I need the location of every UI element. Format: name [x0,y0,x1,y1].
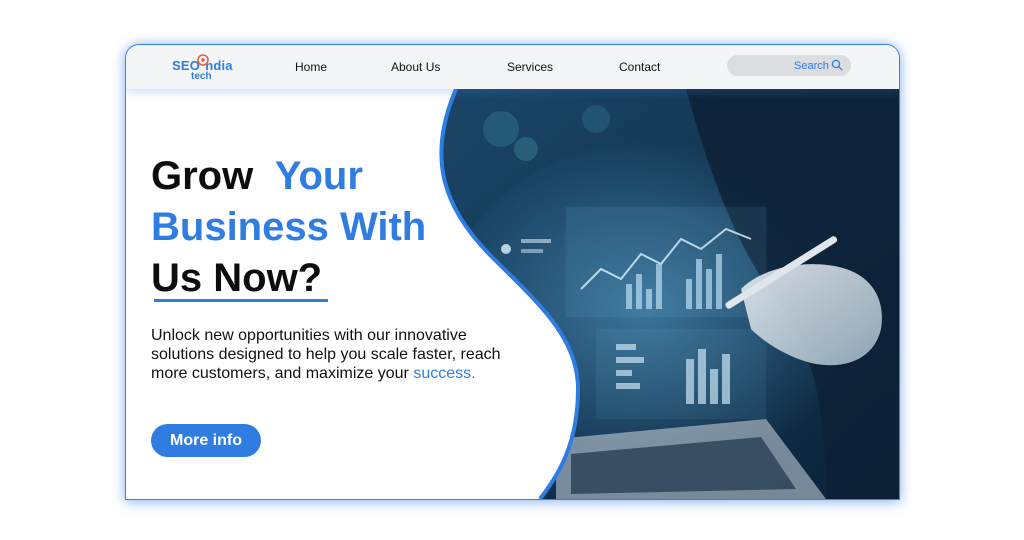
headline-grow: Grow [151,154,254,198]
brand-logo[interactable]: SEO ndia tech [172,54,244,82]
search-input[interactable] [733,57,797,75]
target-icon [197,54,209,66]
hero-description: Unlock new opportunities with our innova… [151,326,511,383]
nav-services[interactable]: Services [507,60,553,74]
headline-underline [154,299,328,302]
nav-about-us[interactable]: About Us [391,60,440,74]
headline-business-with: Business With [151,205,427,249]
more-info-button[interactable]: More info [151,424,261,457]
logo-text-bottom: tech [191,71,212,82]
nav-home[interactable]: Home [295,60,327,74]
headline-your: Your [274,154,363,198]
description-highlight: success. [413,365,476,382]
headline-us-now: Us Now? [151,256,323,300]
search-icon[interactable] [831,59,843,71]
search-bar[interactable]: Search [727,55,851,76]
navbar: SEO ndia tech Home About Us Services Con… [126,45,899,89]
hero-headline: Grow Your Business With Us Now? [151,151,471,304]
page-frame: SEO ndia tech Home About Us Services Con… [125,44,900,500]
search-label[interactable]: Search [794,60,829,72]
nav-contact[interactable]: Contact [619,60,660,74]
